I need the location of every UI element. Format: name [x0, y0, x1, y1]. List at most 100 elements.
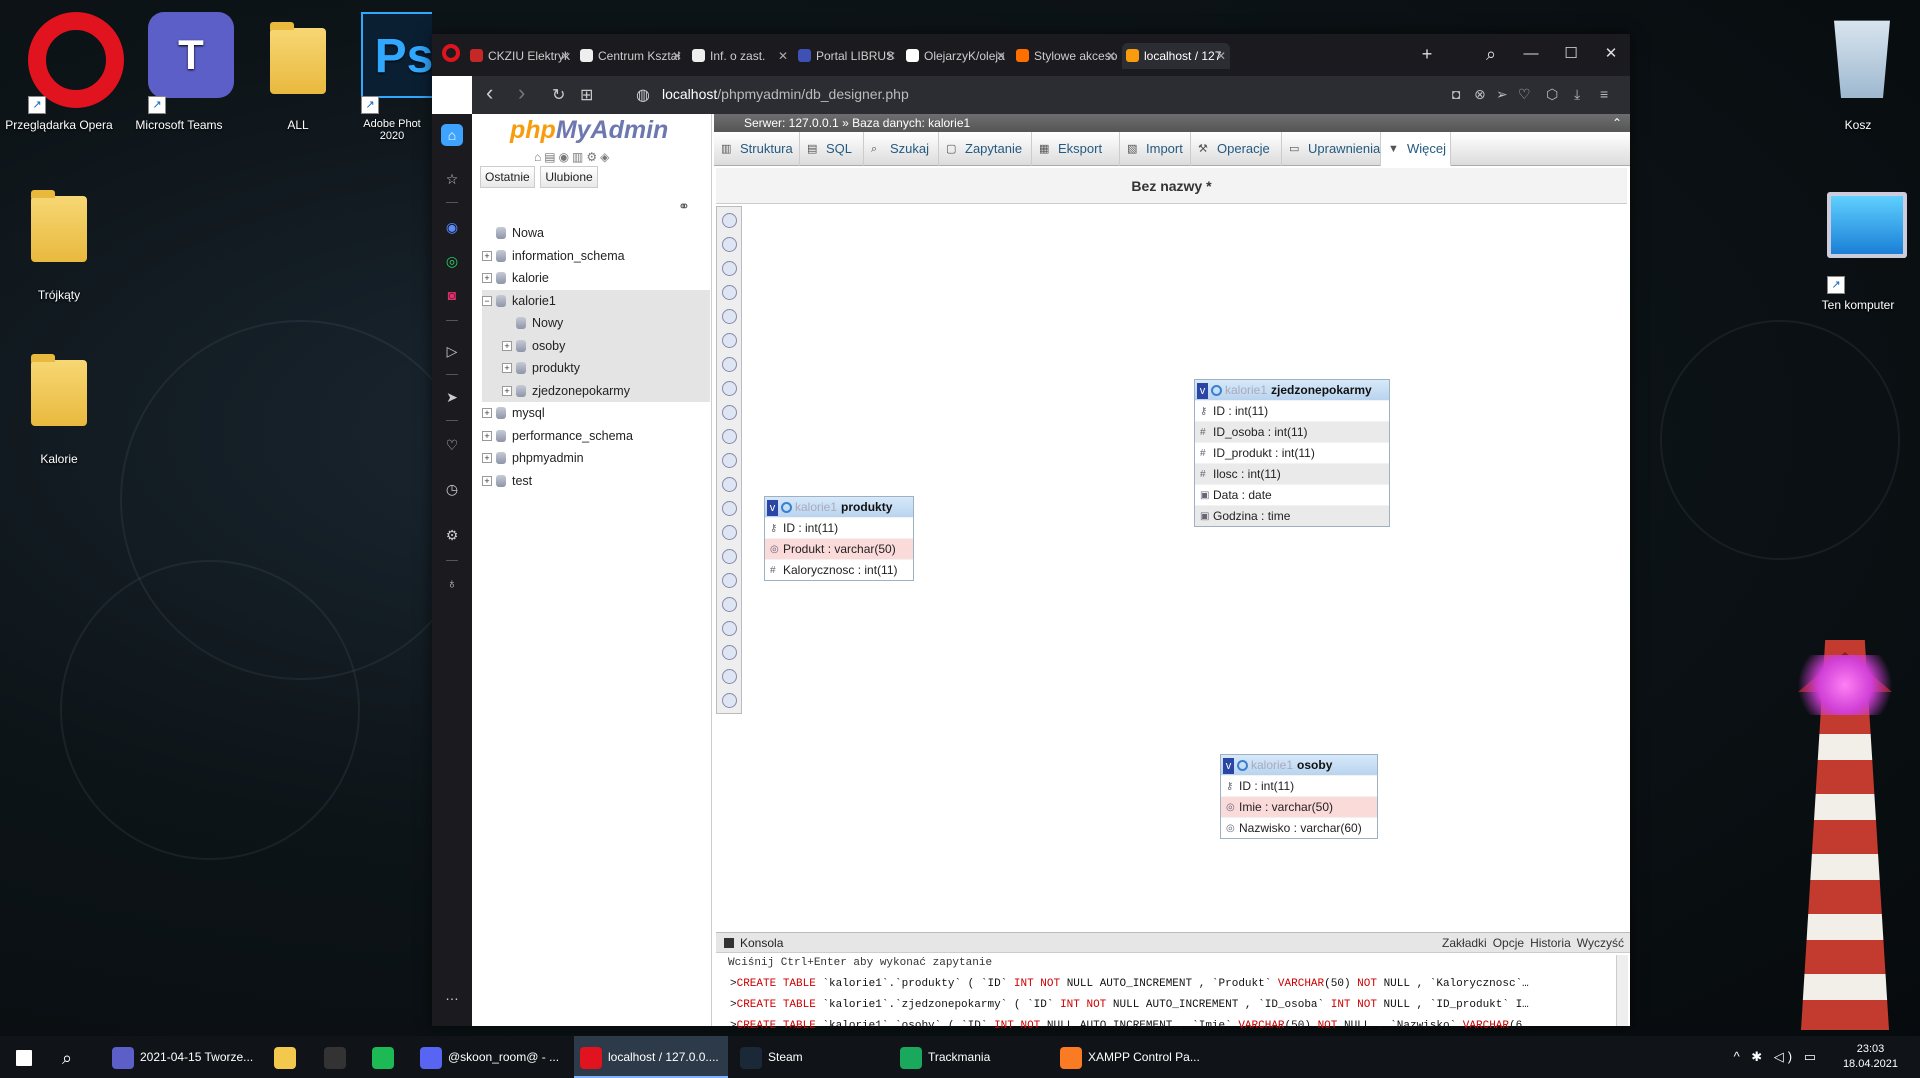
- pma-quick-icons[interactable]: ⌂▤◉▥⚙◈: [534, 150, 612, 164]
- tree-item-phpmyadmin[interactable]: + phpmyadmin: [482, 447, 710, 470]
- shield-icon[interactable]: ⊗: [1474, 86, 1486, 103]
- tab-3[interactable]: Portal LIBRUS ✕: [794, 43, 900, 69]
- table-column[interactable]: ⚷ ID : int(11): [1221, 775, 1377, 796]
- taskbar-folder[interactable]: [268, 1036, 302, 1078]
- tree-toggle-icon[interactable]: −: [482, 295, 492, 306]
- tips-icon[interactable]: ♁: [441, 572, 463, 594]
- tab-6[interactable]: localhost / 127 ✕: [1122, 43, 1230, 69]
- taskbar-windows[interactable]: [10, 1036, 44, 1078]
- designer-tool-icon[interactable]: [722, 261, 737, 276]
- table-header[interactable]: v kalorie1 zjedzonepokarmy: [1195, 380, 1389, 400]
- menu-szukaj[interactable]: ⌕ Szukaj: [864, 132, 939, 166]
- close-icon[interactable]: ✕: [886, 43, 896, 69]
- taskbar-search[interactable]: ⌕: [56, 1036, 90, 1078]
- close-icon[interactable]: ✕: [778, 43, 788, 69]
- designer-tool-icon[interactable]: [722, 693, 737, 708]
- table-column[interactable]: ▣ Godzina : time: [1195, 505, 1389, 526]
- designer-tool-icon[interactable]: [722, 333, 737, 348]
- heart-icon[interactable]: ♡: [441, 434, 463, 456]
- more-icon[interactable]: …: [441, 984, 463, 1006]
- tree-toggle-icon[interactable]: +: [502, 340, 512, 351]
- desktop-icon-all[interactable]: ALL: [243, 12, 353, 132]
- designer-tool-icon[interactable]: [722, 285, 737, 300]
- designer-tool-icon[interactable]: [722, 381, 737, 396]
- tree-item-produkty[interactable]: + produkty: [482, 357, 710, 380]
- taskbar-xampp[interactable]: XAMPP Control Pa...: [1054, 1036, 1208, 1078]
- table-column[interactable]: ▣ Data : date: [1195, 484, 1389, 505]
- menu-import[interactable]: ▧ Import: [1120, 132, 1191, 166]
- send-icon[interactable]: ➢: [1496, 86, 1508, 103]
- clock[interactable]: 23:03 18.04.2021: [1843, 1042, 1898, 1072]
- designer-tool-icon[interactable]: [722, 357, 737, 372]
- toggle-icon[interactable]: v: [767, 499, 778, 516]
- link-icon[interactable]: ⚭: [678, 198, 690, 215]
- console-query[interactable]: >CREATE TABLE `kalorie1`.`zjedzonepokarm…: [716, 995, 1596, 1016]
- taskbar-spotify[interactable]: [366, 1036, 400, 1078]
- taskbar-trackmania[interactable]: Trackmania: [894, 1036, 1048, 1078]
- tab-search-button[interactable]: ⌕: [1476, 40, 1506, 68]
- desktop-icon-opera[interactable]: ↗ Przeglądarka Opera: [4, 12, 124, 132]
- desktop-icon-trojkaty[interactable]: Trójkąty: [4, 182, 114, 302]
- close-icon[interactable]: ✕: [1106, 43, 1116, 69]
- tree-item-zjedzonepokarmy[interactable]: + zjedzonepokarmy: [482, 379, 710, 402]
- reload-button[interactable]: ↻: [552, 85, 565, 105]
- menu-więcej[interactable]: ▼ Więcej: [1381, 132, 1451, 166]
- collapse-icon[interactable]: ⌃: [1612, 114, 1622, 132]
- designer-tool-icon[interactable]: [722, 669, 737, 684]
- player-icon[interactable]: ▷: [441, 340, 463, 362]
- close-window-button[interactable]: ✕: [1596, 40, 1626, 68]
- console-query[interactable]: >CREATE TABLE `kalorie1`.`osoby` ( `ID` …: [716, 1016, 1596, 1037]
- tree-item-performance-schema[interactable]: + performance_schema: [482, 425, 710, 448]
- tree-item-nowa[interactable]: Nowa: [482, 222, 710, 245]
- gear-icon[interactable]: [1211, 385, 1222, 397]
- console-label[interactable]: Konsola: [740, 936, 783, 950]
- forward-button[interactable]: ›: [518, 80, 525, 106]
- close-icon[interactable]: ✕: [996, 43, 1006, 69]
- table-column[interactable]: ⚷ ID : int(11): [1195, 400, 1389, 421]
- table-column[interactable]: ◎ Imie : varchar(50): [1221, 796, 1377, 817]
- menu-eksport[interactable]: ▦ Eksport: [1032, 132, 1120, 166]
- tab-0[interactable]: CKZIU Elektryk ✕: [466, 43, 574, 69]
- tree-item-information-schema[interactable]: + information_schema: [482, 245, 710, 268]
- desktop-icon-photoshop[interactable]: Ps ↗ Adobe Phot 2020: [352, 12, 432, 142]
- tree-toggle-icon[interactable]: +: [482, 475, 492, 486]
- tabs-grid-button[interactable]: ⊞: [580, 85, 593, 105]
- desktop-icon-kalorie[interactable]: Kalorie: [4, 346, 114, 466]
- taskbar-epic[interactable]: [318, 1036, 352, 1078]
- designer-tool-icon[interactable]: [722, 453, 737, 468]
- maximize-button[interactable]: ☐: [1556, 40, 1586, 68]
- tree-item-mysql[interactable]: + mysql: [482, 402, 710, 425]
- table-header[interactable]: v kalorie1 produkty: [765, 497, 913, 517]
- designer-tool-icon[interactable]: [722, 429, 737, 444]
- table-column[interactable]: # ID_osoba : int(11): [1195, 421, 1389, 442]
- menu-icon[interactable]: ≡: [1600, 86, 1608, 102]
- new-tab-button[interactable]: +: [1412, 40, 1442, 68]
- back-button[interactable]: ‹: [486, 80, 493, 106]
- table-column[interactable]: ⚷ ID : int(11): [765, 517, 913, 538]
- console-link-1[interactable]: Opcje: [1493, 936, 1524, 950]
- tree-toggle-icon[interactable]: +: [482, 453, 492, 463]
- designer-tool-icon[interactable]: [722, 621, 737, 636]
- tree-toggle-icon[interactable]: +: [482, 250, 492, 261]
- box-icon[interactable]: ⬡: [1546, 86, 1558, 103]
- designer-tool-icon[interactable]: [722, 237, 737, 252]
- table-column[interactable]: # ID_produkt : int(11): [1195, 442, 1389, 463]
- tab-4[interactable]: OlejarzyK/oleja ✕: [902, 43, 1010, 69]
- tab-recent[interactable]: Ostatnie: [480, 166, 535, 188]
- designer-tool-icon[interactable]: [722, 549, 737, 564]
- history-icon[interactable]: ◷: [441, 478, 463, 500]
- gear-icon[interactable]: [1237, 760, 1248, 772]
- designer-tool-icon[interactable]: [722, 309, 737, 324]
- console-link-3[interactable]: Wyczyść: [1577, 936, 1624, 950]
- designer-tool-icon[interactable]: [722, 525, 737, 540]
- tree-item-kalorie[interactable]: + kalorie: [482, 267, 710, 290]
- tab-1[interactable]: Centrum Kształ ✕: [576, 43, 686, 69]
- messenger-icon[interactable]: ◉: [441, 216, 463, 238]
- system-tray[interactable]: ^ ✱ ◁) ▭: [1734, 1036, 1820, 1078]
- console-bar[interactable]: Konsola Zakładki Opcje Historia Wyczyść: [716, 933, 1630, 953]
- taskbar-discord[interactable]: @skoon_room@ - ...: [414, 1036, 568, 1078]
- tree-item-osoby[interactable]: + osoby: [482, 334, 710, 357]
- table-osoby[interactable]: v kalorie1 osoby ⚷ ID : int(11) ◎ Imie : varch…: [1220, 754, 1378, 839]
- desktop-icon-teams[interactable]: T ↗ Microsoft Teams: [124, 12, 234, 132]
- tree-toggle-icon[interactable]: +: [482, 430, 492, 441]
